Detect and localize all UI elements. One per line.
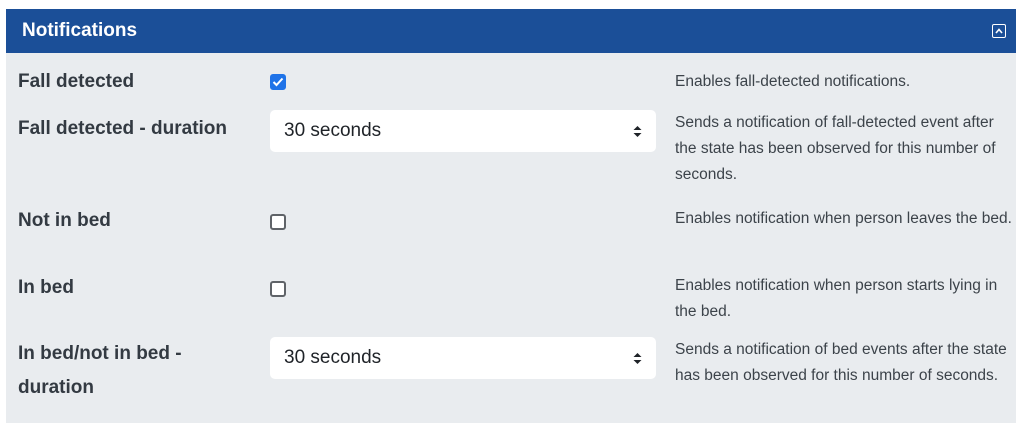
collapse-icon <box>995 28 1003 34</box>
in-bed-checkbox[interactable] <box>270 281 286 297</box>
select-value: 30 seconds <box>284 120 382 141</box>
setting-description: Enables notification when person leaves … <box>675 210 1012 227</box>
checkmark-icon <box>272 77 284 87</box>
setting-description: Enables fall-detected notifications. <box>675 73 911 90</box>
setting-description: Sends a notification of bed events after… <box>675 341 1007 384</box>
updown-arrows-icon <box>633 352 642 365</box>
setting-label: Not in bed <box>18 210 111 231</box>
panel-title: Notifications <box>22 20 138 41</box>
setting-label: In bed/not in bed - duration <box>18 343 182 398</box>
select-value: 30 seconds <box>284 347 382 368</box>
panel-header: Notifications <box>6 9 1016 53</box>
setting-description: Enables notification when person starts … <box>675 277 998 320</box>
not-in-bed-checkbox[interactable] <box>270 214 286 230</box>
collapse-button[interactable] <box>992 24 1006 38</box>
updown-arrows-icon <box>633 125 642 138</box>
notifications-panel: Notifications Fall detected Enables fall… <box>6 9 1016 423</box>
setting-label: In bed <box>18 277 74 298</box>
bed-events-duration-select[interactable]: 30 seconds <box>270 337 656 379</box>
setting-description: Sends a notification of fall-detected ev… <box>675 114 996 183</box>
setting-label: Fall detected <box>18 71 135 92</box>
fall-detected-checkbox[interactable] <box>270 74 286 90</box>
fall-detected-duration-select[interactable]: 30 seconds <box>270 110 656 152</box>
setting-label: Fall detected - duration <box>18 118 228 139</box>
